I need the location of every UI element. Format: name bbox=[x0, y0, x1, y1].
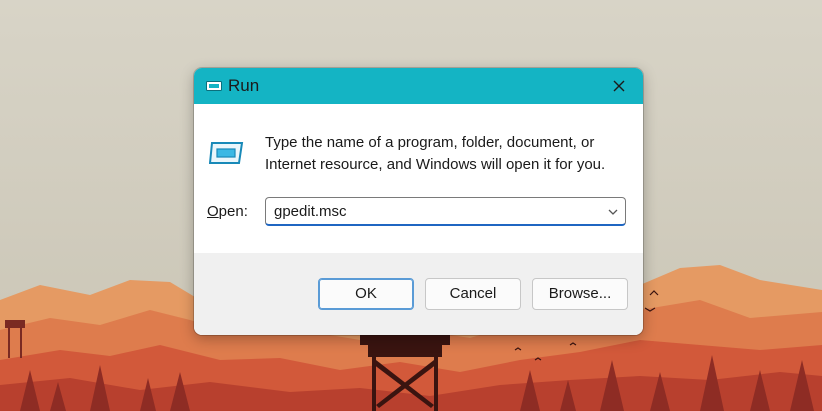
run-app-icon bbox=[209, 142, 244, 164]
chevron-down-icon[interactable] bbox=[606, 205, 620, 219]
dialog-footer: OK Cancel Browse... bbox=[194, 253, 643, 335]
cancel-button[interactable]: Cancel bbox=[425, 278, 521, 310]
open-label-text: pen: bbox=[218, 203, 248, 220]
ok-button[interactable]: OK bbox=[318, 278, 414, 310]
close-icon[interactable] bbox=[608, 75, 630, 97]
title-bar[interactable]: Run bbox=[194, 68, 643, 104]
dialog-body bbox=[194, 104, 643, 253]
browse-button[interactable]: Browse... bbox=[532, 278, 628, 310]
run-app-icon bbox=[206, 81, 222, 91]
open-label-accesskey: O bbox=[207, 203, 219, 220]
open-combobox[interactable] bbox=[265, 197, 626, 226]
run-dialog: Run Type the name of a program, folder, … bbox=[194, 68, 643, 335]
dialog-description: Type the name of a program, folder, docu… bbox=[265, 134, 606, 173]
open-label: Open: bbox=[207, 203, 248, 220]
open-input[interactable] bbox=[274, 203, 594, 220]
dialog-title: Run bbox=[228, 76, 260, 95]
